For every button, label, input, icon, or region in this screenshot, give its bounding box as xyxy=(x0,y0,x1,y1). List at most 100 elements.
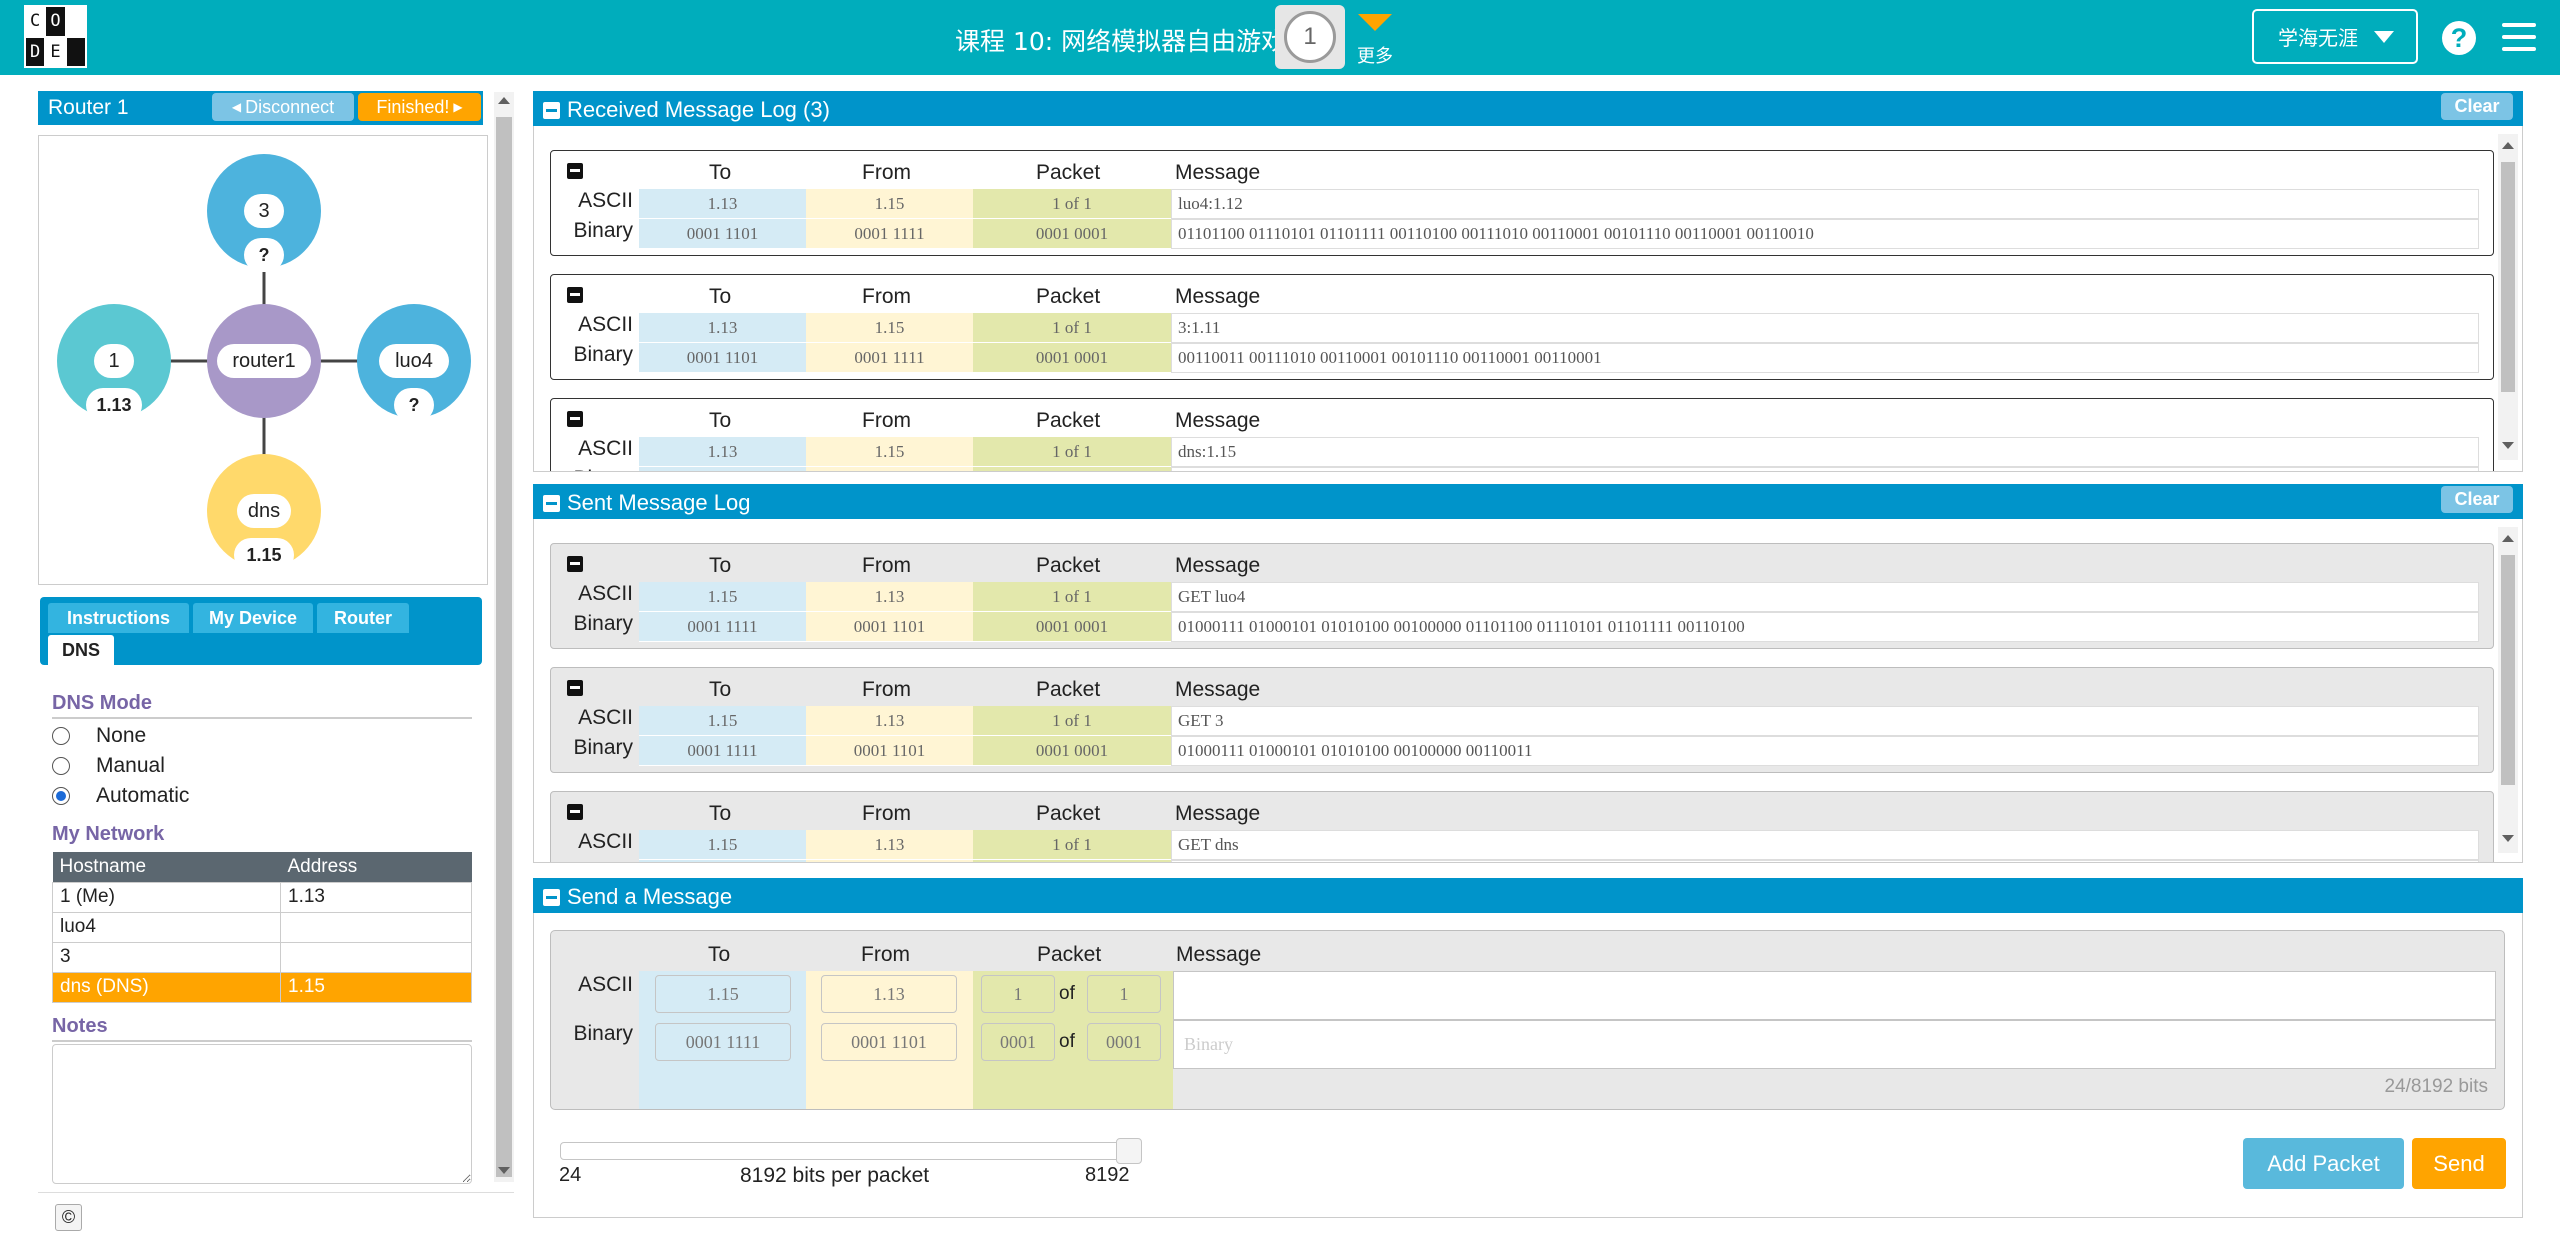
packet-total-ascii-input[interactable]: 1 xyxy=(1087,975,1161,1013)
scrollbar-thumb[interactable] xyxy=(2501,555,2515,785)
user-menu-button[interactable]: 学海无涯 xyxy=(2252,9,2418,64)
binary-placeholder: Binary xyxy=(1184,1034,1233,1054)
notes-textarea[interactable] xyxy=(52,1044,472,1184)
to-binary-input[interactable]: 0001 1111 xyxy=(655,1023,791,1061)
collapse-packet-icon[interactable] xyxy=(567,411,583,427)
ascii-row-label: ASCII xyxy=(578,189,633,212)
collapse-packet-icon[interactable] xyxy=(567,804,583,820)
of-label: of xyxy=(1059,983,1075,1004)
code-logo[interactable]: C O D E xyxy=(24,5,87,68)
to-ascii-input[interactable]: 1.15 xyxy=(655,975,791,1013)
table-row[interactable]: 3 xyxy=(52,941,472,973)
node-luo4-name: luo4 xyxy=(379,344,449,378)
column-header-message: Message xyxy=(1175,285,1261,308)
packet-number-binary-input[interactable]: 0001 xyxy=(981,1023,1055,1061)
received-log-scrollbar[interactable] xyxy=(2498,134,2518,460)
scroll-up-icon[interactable] xyxy=(2502,142,2514,149)
collapse-icon[interactable] xyxy=(543,102,560,119)
tab-dns[interactable]: DNS xyxy=(48,635,114,665)
from-ascii-input[interactable]: 1.13 xyxy=(821,975,957,1013)
tab-router[interactable]: Router xyxy=(317,603,409,633)
bits-per-packet-slider[interactable] xyxy=(560,1142,1135,1160)
disconnect-button[interactable]: ◀ Disconnect xyxy=(212,93,354,121)
dns-mode-none[interactable]: None xyxy=(52,724,146,748)
tab-bar: Instructions My Device Router DNS xyxy=(40,597,482,665)
column-header-to: To xyxy=(708,943,731,966)
tab-instructions[interactable]: Instructions xyxy=(48,603,189,633)
column-header-message: Message xyxy=(1175,678,1261,701)
to-binary-cell: 0001 1111 xyxy=(639,612,806,642)
node-3-address: ? xyxy=(244,238,284,272)
message-binary-input[interactable]: Binary xyxy=(1173,1020,2496,1069)
node-1-name: 1 xyxy=(94,344,134,378)
dns-mode-manual[interactable]: Manual xyxy=(52,754,165,778)
scroll-down-icon[interactable] xyxy=(2502,835,2514,842)
table-row[interactable]: luo4 xyxy=(52,911,472,943)
column-header-to: To xyxy=(709,409,732,432)
collapse-packet-icon[interactable] xyxy=(567,556,583,572)
ascii-row-label: ASCII xyxy=(578,437,633,460)
send-message-header[interactable]: Send a Message xyxy=(533,878,2523,913)
add-packet-button[interactable]: Add Packet xyxy=(2243,1138,2404,1189)
packet-ascii-cell: 1 of 1 xyxy=(973,706,1171,736)
more-dropdown-icon[interactable] xyxy=(1358,14,1392,31)
scroll-up-icon[interactable] xyxy=(2502,535,2514,542)
finished-button[interactable]: Finished! ▶ xyxy=(358,93,481,121)
column-header-to: To xyxy=(709,161,732,184)
more-label[interactable]: 更多 xyxy=(1357,42,1393,68)
packet-ascii-cell: 1 of 1 xyxy=(973,189,1171,219)
collapse-packet-icon[interactable] xyxy=(567,680,583,696)
from-ascii-cell: 1.13 xyxy=(806,582,973,612)
scroll-up-icon[interactable] xyxy=(498,97,510,104)
collapse-icon[interactable] xyxy=(543,495,560,512)
received-log-header[interactable]: Received Message Log (3) xyxy=(533,91,2523,126)
to-binary-cell: 0001 1111 xyxy=(639,736,806,766)
sent-log-list: To From Packet Message ASCII Binary 1.15 1.13 1 … xyxy=(533,519,2523,863)
from-binary-input[interactable]: 0001 1101 xyxy=(821,1023,957,1061)
clear-received-button[interactable]: Clear xyxy=(2441,93,2513,120)
hamburger-menu-icon[interactable] xyxy=(2502,23,2536,59)
help-icon[interactable]: ? xyxy=(2442,21,2476,55)
copyright-icon[interactable]: © xyxy=(55,1204,82,1231)
from-ascii-cell: 1.15 xyxy=(806,437,973,467)
scroll-down-icon[interactable] xyxy=(498,1167,510,1174)
slider-handle[interactable] xyxy=(1116,1138,1142,1164)
column-header-from: From xyxy=(862,678,911,701)
message-ascii-input[interactable] xyxy=(1173,971,2496,1020)
address-cell: 1.13 xyxy=(280,881,472,913)
scrollbar-thumb[interactable] xyxy=(496,117,512,1177)
node-dns-address: 1.15 xyxy=(234,538,294,572)
send-button[interactable]: Send xyxy=(2412,1138,2506,1189)
tab-my-device[interactable]: My Device xyxy=(193,603,313,633)
level-bubble[interactable]: 1 xyxy=(1275,5,1345,69)
scrollbar-thumb[interactable] xyxy=(2501,162,2515,392)
collapse-packet-icon[interactable] xyxy=(567,163,583,179)
packet-ascii-cell: 1 of 1 xyxy=(973,313,1171,343)
of-label: of xyxy=(1059,1031,1075,1052)
from-ascii-cell: 1.15 xyxy=(806,313,973,343)
scroll-down-icon[interactable] xyxy=(2502,442,2514,449)
sent-log-header[interactable]: Sent Message Log xyxy=(533,484,2523,519)
radio-icon xyxy=(52,757,70,775)
binary-row-label: Binary xyxy=(571,860,633,862)
to-ascii-cell: 1.13 xyxy=(639,437,806,467)
message-binary-cell: 01000111 01000101 01010100 00100000 0011… xyxy=(1171,736,2479,766)
packet-number-ascii-input[interactable]: 1 xyxy=(981,975,1055,1013)
collapse-icon[interactable] xyxy=(543,889,560,906)
send-packet-editor: To From Packet Message ASCII Binary 1.15… xyxy=(550,930,2505,1110)
clear-sent-button[interactable]: Clear xyxy=(2441,486,2513,513)
collapse-packet-icon[interactable] xyxy=(567,287,583,303)
left-panel-scrollbar[interactable] xyxy=(494,92,514,1182)
slider-max-label: 8192 xyxy=(1085,1164,1130,1186)
to-binary-cell: 0001 1101 xyxy=(639,219,806,249)
notes-heading: Notes xyxy=(52,1015,472,1042)
dns-mode-automatic[interactable]: Automatic xyxy=(52,784,189,808)
packet-ascii-cell: 1 of 1 xyxy=(973,437,1171,467)
table-row[interactable]: 1 (Me) 1.13 xyxy=(52,881,472,913)
sent-log-scrollbar[interactable] xyxy=(2498,527,2518,853)
my-network-heading: My Network xyxy=(52,823,165,845)
packet-total-binary-input[interactable]: 0001 xyxy=(1087,1023,1161,1061)
packet-entry: To From Packet Message ASCII Binary 1.131.151 … xyxy=(550,398,2494,471)
table-row-highlighted[interactable]: dns (DNS) 1.15 xyxy=(52,971,472,1003)
to-ascii-cell: 1.13 xyxy=(639,313,806,343)
